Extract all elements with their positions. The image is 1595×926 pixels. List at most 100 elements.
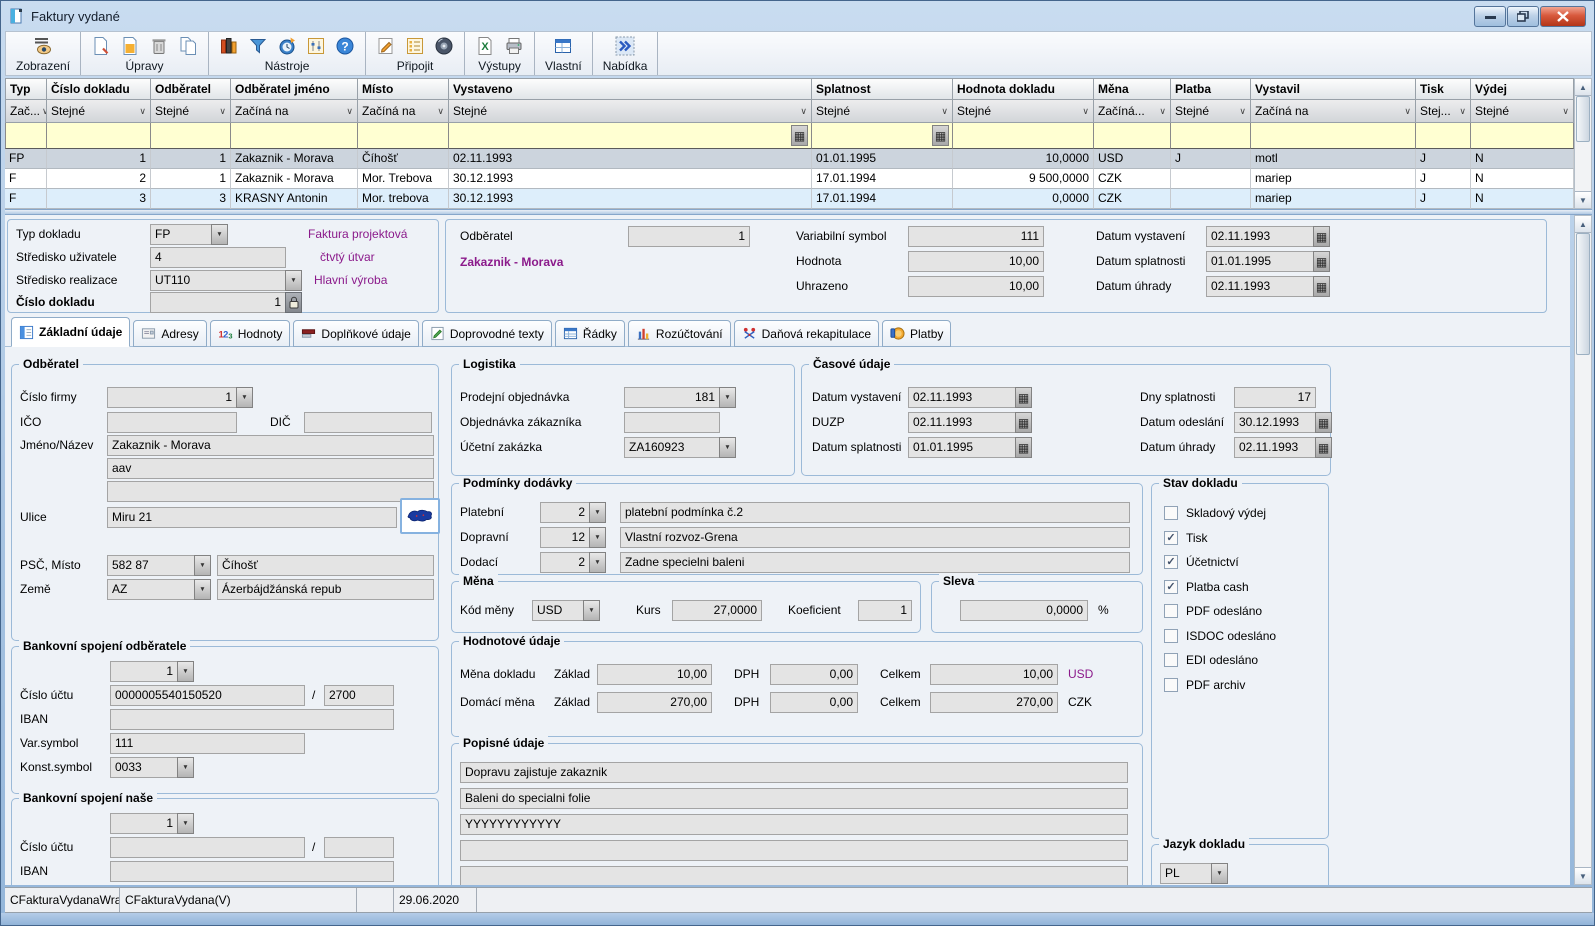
calendar-icon[interactable] (1313, 276, 1330, 297)
objednavka-zakaznika-field[interactable] (624, 412, 720, 433)
dic-field[interactable] (304, 412, 432, 433)
bank-nase-cislo-uctu-field[interactable] (110, 837, 305, 858)
tab-radky[interactable]: Řádky (555, 320, 625, 347)
checkbox-pdf-odeslano[interactable] (1164, 604, 1178, 618)
kod-meny-field[interactable]: USD (532, 600, 584, 621)
koeficient-field[interactable]: 1 (858, 600, 912, 621)
kod-meny-combo-button[interactable] (583, 600, 600, 621)
copy-document-icon[interactable] (178, 36, 198, 56)
filter-input[interactable] (47, 123, 151, 149)
col-header-mena[interactable]: Měna (1094, 78, 1171, 100)
delete-icon[interactable] (149, 36, 169, 56)
dph-doklad-field[interactable]: 0,00 (770, 664, 858, 685)
datum-uhrady-field[interactable]: 02.11.1993 (1206, 276, 1314, 297)
stredisko-realizace-field[interactable]: UT110 (150, 270, 286, 291)
calendar-icon[interactable] (1015, 387, 1032, 408)
checkbox-platba-cash[interactable] (1164, 580, 1178, 594)
dopravni-popis-field[interactable]: Vlastní rozvoz-Grena (620, 527, 1130, 548)
table-row[interactable]: F33KRASNY AntoninMor. trebova30.12.19931… (5, 189, 1574, 209)
filter-input[interactable] (358, 123, 449, 149)
filter-input[interactable] (1416, 123, 1471, 149)
zaklad-domaci-field[interactable]: 270,00 (597, 692, 712, 713)
filter-input[interactable] (449, 123, 812, 149)
duzp-field[interactable]: 02.11.1993 (908, 412, 1016, 433)
datum-vystaveni-field[interactable]: 02.11.1993 (908, 387, 1016, 408)
konst-symbol-combo-button[interactable] (177, 757, 194, 778)
col-header-typ[interactable]: Typ (5, 78, 47, 100)
filter-op-dropdown[interactable]: Stejné∨ (1171, 100, 1251, 123)
datum-splatnosti-field[interactable]: 01.01.1995 (1206, 251, 1314, 272)
grid-scrollbar[interactable]: ▲ ▼ (1574, 78, 1592, 209)
platebni-kod-field[interactable]: 2 (540, 502, 590, 523)
filter-input[interactable] (1094, 123, 1171, 149)
psc-field[interactable]: 582 87 (107, 555, 195, 576)
col-header-misto[interactable]: Místo (358, 78, 449, 100)
col-header-hodnota-dokladu[interactable]: Hodnota dokladu (953, 78, 1094, 100)
dopravni-combo-button[interactable] (589, 527, 606, 548)
prodejni-objednavka-field[interactable]: 181 (624, 387, 720, 408)
psc-combo-button[interactable] (194, 555, 211, 576)
col-header-tisk[interactable]: Tisk (1416, 78, 1471, 100)
bank-poradi-field[interactable]: 1 (110, 661, 178, 682)
hodnota-field[interactable]: 10,00 (908, 251, 1044, 272)
misto-field[interactable]: Číhošť (217, 555, 434, 576)
platebni-combo-button[interactable] (589, 502, 606, 523)
calendar-icon[interactable] (1015, 437, 1032, 458)
jmeno-field-1[interactable]: Zakaznik - Morava (107, 435, 434, 456)
odberatel-field[interactable]: 1 (628, 226, 750, 247)
scrollbar-thumb[interactable] (1576, 96, 1590, 142)
col-header-vydej[interactable]: Výdej (1471, 78, 1574, 100)
col-header-platba[interactable]: Platba (1171, 78, 1251, 100)
filter-op-dropdown[interactable]: Stejné∨ (47, 100, 151, 123)
clock-icon[interactable] (277, 36, 297, 56)
help-icon[interactable]: ? (335, 36, 355, 56)
cislo-uctu-field[interactable]: 0000005540150520 (110, 685, 305, 706)
variabilni-symbol-field[interactable]: 111 (908, 226, 1044, 247)
filter-input[interactable] (231, 123, 358, 149)
kod-banky-field[interactable]: 2700 (324, 685, 394, 706)
kurs-field[interactable]: 27,0000 (672, 600, 762, 621)
prodejni-objednavka-combo-button[interactable] (719, 387, 736, 408)
uhrazeno-field[interactable]: 10,00 (908, 276, 1044, 297)
tab-doprovodne-texty[interactable]: Doprovodné texty (422, 320, 552, 347)
edit-document-icon[interactable] (120, 36, 140, 56)
note-edit-icon[interactable] (376, 36, 396, 56)
tab-zakladni-udaje[interactable]: Základní údaje (11, 317, 130, 347)
disc-icon[interactable] (434, 36, 454, 56)
datum-uhrady-field[interactable]: 02.11.1993 (1234, 437, 1316, 458)
popis-line-1[interactable]: Dopravu zajistuje zakaznik (460, 762, 1128, 783)
filter-op-dropdown[interactable]: Začíná...∨ (1094, 100, 1171, 123)
bank-nase-poradi-combo-button[interactable] (177, 813, 194, 834)
cislo-firmy-field[interactable]: 1 (107, 387, 237, 408)
checkbox-pdf-archiv[interactable] (1164, 678, 1178, 692)
filter-input[interactable] (1471, 123, 1574, 149)
popis-line-3[interactable]: YYYYYYYYYYYY (460, 814, 1128, 835)
popis-line-5[interactable] (460, 866, 1128, 885)
ico-field[interactable] (107, 412, 237, 433)
platebni-popis-field[interactable]: platební podmínka č.2 (620, 502, 1130, 523)
checklist-icon[interactable] (405, 36, 425, 56)
col-header-vystavil[interactable]: Vystavil (1251, 78, 1416, 100)
zeme-combo-button[interactable] (194, 579, 211, 600)
col-header-odberatel-jmeno[interactable]: Odběratel jméno (231, 78, 358, 100)
checkbox-edi-odeslano[interactable] (1164, 653, 1178, 667)
cislo-firmy-combo-button[interactable] (236, 387, 253, 408)
col-header-splatnost[interactable]: Splatnost (812, 78, 953, 100)
dph-domaci-field[interactable]: 0,00 (770, 692, 858, 713)
settings-sliders-icon[interactable] (306, 36, 326, 56)
zeme-nazev-field[interactable]: Ázerbájdžánská repub (217, 579, 434, 600)
scroll-up-icon[interactable]: ▲ (1575, 216, 1591, 233)
typ-dokladu-combo-button[interactable] (211, 224, 228, 245)
view-icon[interactable] (33, 36, 53, 56)
celkem-domaci-field[interactable]: 270,00 (930, 692, 1058, 713)
stredisko-uzivatele-field[interactable]: 4 (150, 247, 286, 268)
calendar-icon[interactable] (1015, 412, 1032, 433)
col-header-cislo-dokladu[interactable]: Číslo dokladu (47, 78, 151, 100)
popis-line-2[interactable]: Baleni do specialni folie (460, 788, 1128, 809)
table-row[interactable]: FP11Zakaznik - MoravaČíhošť02.11.199301.… (5, 149, 1574, 169)
checkbox-ucetnictvi[interactable] (1164, 555, 1178, 569)
filter-input[interactable] (1251, 123, 1416, 149)
calendar-filter-icon[interactable] (791, 125, 808, 146)
dopravni-kod-field[interactable]: 12 (540, 527, 590, 548)
filter-op-dropdown[interactable]: Stejné∨ (151, 100, 231, 123)
